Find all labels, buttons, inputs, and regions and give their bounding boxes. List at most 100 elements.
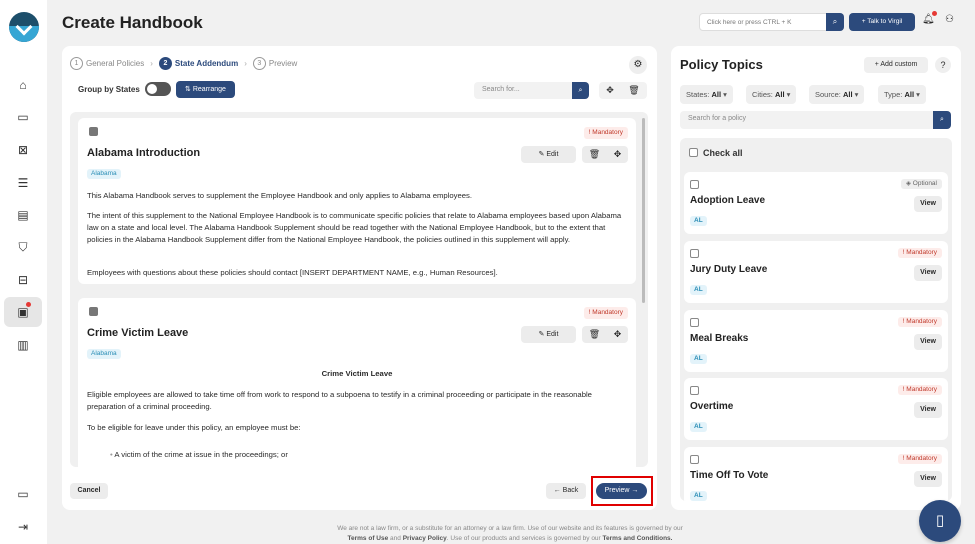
section-title: Alabama Introduction: [87, 147, 201, 159]
chevron-down-icon: ▾: [854, 90, 859, 99]
home-icon[interactable]: ⌂: [10, 72, 36, 98]
section-actions: 🗑︎ ✥: [582, 326, 628, 343]
filter-label: Source:: [815, 90, 841, 99]
global-search-input[interactable]: Click here or press CTRL + K ⌕: [699, 13, 844, 31]
logout-icon[interactable]: ⇥: [10, 514, 36, 540]
section-paragraph: The intent of this supplement to the Nat…: [87, 211, 622, 244]
app-logo[interactable]: [9, 12, 39, 42]
policy-checkbox[interactable]: [690, 318, 699, 327]
scrollbar[interactable]: [642, 118, 645, 303]
mandatory-badge: ! Mandatory: [583, 127, 628, 139]
step-general-policies[interactable]: 1 General Policies: [70, 57, 144, 70]
view-button[interactable]: View: [914, 265, 942, 281]
group-by-states-toggle[interactable]: [145, 82, 171, 96]
document-icon[interactable]: ⊠: [10, 137, 36, 163]
policy-checkbox[interactable]: [690, 455, 699, 464]
sections-list[interactable]: ! Mandatory Alabama Introduction Alabama…: [70, 112, 648, 467]
policy-checkbox[interactable]: [690, 249, 699, 258]
section-search-input[interactable]: Search for... ⌕: [474, 82, 589, 99]
terms-of-use-link[interactable]: Terms of Use: [348, 535, 389, 542]
compare-icon[interactable]: ⊟: [10, 267, 36, 293]
search-icon[interactable]: ⌕: [933, 111, 951, 129]
step-number: 2: [158, 57, 172, 70]
help-icon[interactable]: ?: [935, 57, 951, 73]
policy-checkbox[interactable]: [690, 180, 699, 189]
filter-source[interactable]: Source: All ▾: [809, 85, 865, 104]
step-number: 1: [70, 57, 83, 70]
policy-search-input[interactable]: Search for a policy ⌕: [680, 111, 951, 129]
terms-conditions-link[interactable]: Terms and Conditions.: [603, 535, 673, 542]
filter-type[interactable]: Type: All ▾: [878, 85, 926, 104]
filter-value: All: [842, 90, 853, 99]
filter-cities[interactable]: Cities: All ▾: [746, 85, 797, 104]
view-button[interactable]: View: [914, 196, 942, 212]
step-state-addendum[interactable]: 2 State Addendum: [158, 57, 238, 70]
filter-label: Type:: [884, 90, 903, 99]
section-paragraph: Eligible employees are allowed to take t…: [87, 390, 592, 411]
chat-icon[interactable]: ▭: [10, 104, 36, 130]
handbook-icon[interactable]: ▣: [4, 297, 42, 327]
state-tag: Alabama: [87, 349, 121, 359]
edit-button[interactable]: ✎ Edit: [521, 326, 576, 343]
view-button[interactable]: View: [914, 334, 942, 350]
section-paragraph: To be eligible for leave under this poli…: [87, 423, 301, 432]
add-custom-button[interactable]: + Add custom: [864, 57, 928, 73]
panel-title: Policy Topics: [680, 57, 763, 72]
view-button[interactable]: View: [914, 402, 942, 418]
filter-label: States:: [686, 90, 710, 99]
shield-icon[interactable]: ⛉: [10, 234, 36, 260]
privacy-policy-link[interactable]: Privacy Policy: [403, 535, 447, 542]
filter-states[interactable]: States: All ▾: [680, 85, 733, 104]
policy-name: Jury Duty Leave: [690, 264, 768, 275]
list-item: ! Mandatory Time Off To Vote AL View: [684, 447, 948, 501]
check-all-checkbox[interactable]: [689, 148, 698, 157]
checklist-icon[interactable]: ☰: [10, 170, 36, 196]
user-icon[interactable]: ⚇: [945, 14, 954, 25]
gear-icon[interactable]: ⚙: [629, 56, 647, 74]
feedback-icon[interactable]: ▭: [10, 481, 36, 507]
section-paragraph: This Alabama Handbook serves to suppleme…: [87, 191, 473, 200]
policy-name: Meal Breaks: [690, 333, 749, 344]
move-icon[interactable]: ✥: [606, 85, 614, 96]
step-preview[interactable]: 3 Preview: [252, 57, 297, 70]
edit-label: Edit: [546, 151, 559, 158]
trash-icon[interactable]: 🗑︎: [628, 85, 639, 96]
analytics-icon[interactable]: ▥: [10, 332, 36, 358]
check-all[interactable]: Check all: [680, 138, 952, 168]
assistant-fab-icon[interactable]: ▯: [919, 500, 961, 542]
section-heading: Crime Victim Leave: [321, 369, 393, 378]
badge-label: Optional: [912, 180, 937, 187]
filter-value: All: [774, 90, 785, 99]
policy-checkbox[interactable]: [690, 386, 699, 395]
talk-to-virgil-button[interactable]: + Talk to Virgil: [849, 13, 915, 31]
stepper: 1 General Policies › 2 State Addendum › 3P…: [70, 57, 303, 70]
step-label: General Policies: [86, 59, 145, 68]
back-button[interactable]: ← Back: [546, 483, 586, 499]
mandatory-badge: ! Mandatory: [897, 317, 942, 327]
view-button[interactable]: View: [914, 471, 942, 487]
move-icon[interactable]: ✥: [614, 149, 622, 160]
global-search-placeholder: Click here or press CTRL + K: [707, 19, 792, 26]
search-icon[interactable]: ⌕: [826, 13, 844, 31]
policy-name: Adoption Leave: [690, 195, 766, 206]
edit-button[interactable]: ✎ Edit: [521, 146, 576, 163]
cancel-button[interactable]: Cancel: [70, 483, 108, 499]
bell-icon[interactable]: 🔔︎: [922, 11, 937, 25]
notification-dot: [26, 302, 31, 307]
filter-label: Cities:: [752, 90, 773, 99]
move-icon[interactable]: ✥: [614, 329, 622, 340]
state-tag: AL: [690, 491, 707, 501]
check-all-label: Check all: [703, 148, 743, 158]
preview-button[interactable]: Preview →: [596, 483, 647, 499]
group-by-states-label: Group by States: [78, 85, 140, 94]
file-icon[interactable]: ▤: [10, 202, 36, 228]
list-item: ! Mandatory Overtime AL View: [684, 378, 948, 440]
trash-icon[interactable]: 🗑︎: [589, 329, 600, 340]
trash-icon[interactable]: 🗑︎: [589, 149, 600, 160]
policy-list[interactable]: Check all ◈ Optional Adoption Leave AL V…: [680, 138, 952, 501]
rearrange-button[interactable]: ⇅ Rearrange: [176, 81, 235, 98]
bullet-text: A victim of the crime at issue in the pr…: [114, 450, 288, 459]
search-icon[interactable]: ⌕: [572, 82, 589, 99]
footer-text: . Use of our products and services is go…: [446, 535, 601, 542]
handbook-editor-panel: 1 General Policies › 2 State Addendum › 3P…: [62, 46, 657, 510]
